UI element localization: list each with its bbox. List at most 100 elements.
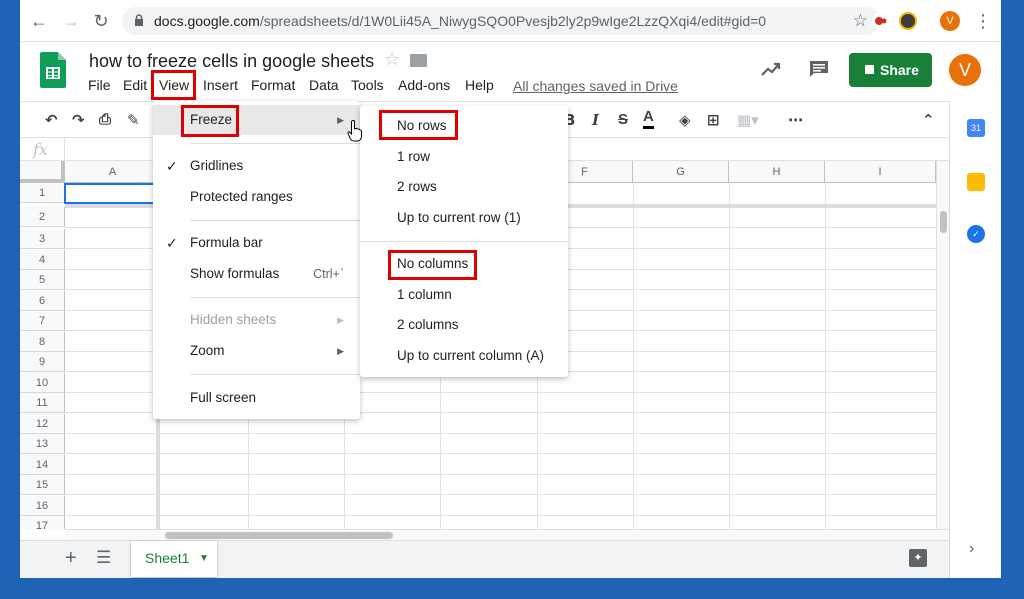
menu-item-zoom[interactable]: Zoom ▶ bbox=[153, 336, 360, 366]
row-header[interactable]: 16 bbox=[20, 496, 65, 516]
grid-line bbox=[65, 494, 936, 495]
grid-line bbox=[65, 433, 936, 434]
row-header[interactable]: 14 bbox=[20, 455, 65, 475]
forward-arrow-icon[interactable]: → bbox=[60, 10, 82, 32]
collapse-chevron-icon[interactable]: ⌃ bbox=[922, 111, 935, 129]
menu-tools[interactable]: Tools bbox=[351, 77, 384, 93]
print-icon[interactable]: ⎙ bbox=[99, 111, 111, 128]
menu-separator bbox=[360, 241, 568, 242]
reload-icon[interactable]: ↻ bbox=[90, 10, 112, 32]
save-status-link[interactable]: All changes saved in Drive bbox=[513, 78, 678, 94]
explore-icon[interactable]: ✦ bbox=[909, 549, 927, 567]
freeze-one-column[interactable]: 1 column bbox=[360, 280, 568, 310]
column-header-a[interactable]: A bbox=[65, 161, 161, 183]
vertical-scrollbar[interactable] bbox=[936, 161, 949, 529]
all-sheets-list-icon[interactable]: ☰ bbox=[96, 548, 111, 568]
freeze-two-columns[interactable]: 2 columns bbox=[360, 310, 568, 340]
menu-insert[interactable]: Insert bbox=[203, 77, 238, 93]
menu-item-show-formulas[interactable]: Show formulas Ctrl+` bbox=[153, 259, 360, 289]
submenu-arrow-icon: ▶ bbox=[337, 315, 344, 325]
row-header[interactable]: 17 bbox=[20, 516, 65, 529]
profile-avatar[interactable]: V bbox=[940, 11, 960, 31]
row-header[interactable]: 4 bbox=[20, 250, 65, 270]
sheet-tabs-bar: + ☰ Sheet1 ▼ ✦ bbox=[20, 540, 949, 578]
row-header[interactable]: 3 bbox=[20, 229, 65, 249]
browser-toolbar: ← → ↻ docs.google.com/spreadsheets/d/1W0… bbox=[20, 0, 1001, 42]
add-sheet-icon[interactable]: + bbox=[65, 547, 77, 570]
chevron-down-icon[interactable]: ▼ bbox=[199, 542, 209, 576]
extension-badge-icon[interactable] bbox=[899, 12, 917, 30]
submenu-arrow-icon: ▶ bbox=[337, 346, 344, 356]
menu-addons[interactable]: Add-ons bbox=[398, 77, 450, 93]
grid-line bbox=[825, 183, 826, 529]
keep-icon[interactable] bbox=[967, 173, 985, 191]
column-header-h[interactable]: H bbox=[729, 161, 825, 183]
grid-line bbox=[65, 453, 936, 454]
grid-corner[interactable] bbox=[20, 161, 65, 183]
column-header-g[interactable]: G bbox=[633, 161, 729, 183]
document-title[interactable]: how to freeze cells in google sheets bbox=[89, 51, 374, 72]
menu-item-full-screen[interactable]: Full screen bbox=[153, 383, 360, 413]
menu-item-protected-ranges[interactable]: Protected ranges bbox=[153, 182, 360, 212]
url-text: docs.google.com/spreadsheets/d/1W0Lii45A… bbox=[154, 13, 767, 29]
row-header[interactable]: 1 bbox=[20, 183, 65, 203]
freeze-submenu: No rows 1 row 2 rows Up to current row (… bbox=[360, 106, 568, 377]
star-icon[interactable]: ☆ bbox=[384, 49, 400, 70]
row-header[interactable]: 10 bbox=[20, 373, 65, 393]
sheet-tab-sheet1[interactable]: Sheet1 ▼ bbox=[131, 541, 217, 577]
freeze-one-row[interactable]: 1 row bbox=[360, 142, 568, 172]
folder-icon[interactable] bbox=[410, 54, 427, 67]
row-header[interactable]: 2 bbox=[20, 207, 65, 227]
menu-format[interactable]: Format bbox=[251, 77, 295, 93]
row-header[interactable]: 9 bbox=[20, 352, 65, 372]
horizontal-scrollbar[interactable] bbox=[65, 529, 949, 540]
undo-icon[interactable]: ↶ bbox=[45, 111, 58, 129]
bookmark-star-icon[interactable]: ☆ bbox=[853, 11, 868, 31]
calendar-icon[interactable]: 31 bbox=[967, 119, 985, 137]
extension-icon[interactable] bbox=[872, 12, 890, 30]
scrollbar-thumb[interactable] bbox=[940, 211, 947, 233]
browser-window: ← → ↻ docs.google.com/spreadsheets/d/1W0… bbox=[20, 0, 1001, 578]
comment-icon[interactable] bbox=[809, 60, 829, 78]
row-header[interactable]: 11 bbox=[20, 393, 65, 413]
menu-help[interactable]: Help bbox=[465, 77, 494, 93]
row-header[interactable]: 6 bbox=[20, 291, 65, 311]
menu-edit[interactable]: Edit bbox=[123, 77, 147, 93]
selected-cell-a1[interactable] bbox=[64, 183, 163, 204]
menu-data[interactable]: Data bbox=[309, 77, 339, 93]
no-columns-highlight bbox=[388, 250, 477, 280]
user-avatar[interactable]: V bbox=[949, 54, 981, 86]
paint-format-icon[interactable]: ✎ bbox=[127, 111, 140, 129]
italic-icon[interactable]: I bbox=[592, 111, 599, 129]
column-header-i[interactable]: I bbox=[825, 161, 936, 183]
borders-icon[interactable]: ⊞ bbox=[707, 111, 720, 129]
strikethrough-icon[interactable]: S bbox=[618, 111, 628, 128]
row-header[interactable]: 15 bbox=[20, 475, 65, 495]
fill-color-icon[interactable]: ◈ bbox=[679, 111, 691, 129]
menu-item-gridlines[interactable]: ✓ Gridlines bbox=[153, 151, 360, 181]
row-header[interactable]: 7 bbox=[20, 311, 65, 331]
tasks-icon[interactable]: ✓ bbox=[967, 225, 985, 243]
more-options-icon[interactable]: ⋯ bbox=[788, 111, 803, 129]
row-header[interactable]: 12 bbox=[20, 414, 65, 434]
scrollbar-thumb[interactable] bbox=[165, 532, 393, 539]
text-color-icon[interactable]: A bbox=[643, 108, 654, 129]
row-header[interactable]: 8 bbox=[20, 332, 65, 352]
freeze-two-rows[interactable]: 2 rows bbox=[360, 172, 568, 202]
address-bar[interactable]: docs.google.com/spreadsheets/d/1W0Lii45A… bbox=[122, 7, 880, 35]
redo-icon[interactable]: ↷ bbox=[72, 111, 85, 129]
share-button[interactable]: Share bbox=[849, 53, 932, 87]
browser-menu-icon[interactable]: ⋮ bbox=[974, 10, 992, 32]
merge-cells-icon[interactable]: ▦▾ bbox=[737, 111, 759, 129]
row-header[interactable]: 13 bbox=[20, 434, 65, 454]
activity-trend-icon[interactable] bbox=[761, 61, 781, 77]
menu-file[interactable]: File bbox=[88, 77, 111, 93]
row-header[interactable]: 5 bbox=[20, 270, 65, 290]
back-arrow-icon[interactable]: ← bbox=[28, 10, 50, 32]
freeze-up-to-current-column[interactable]: Up to current column (A) bbox=[360, 341, 568, 371]
freeze-up-to-current-row[interactable]: Up to current row (1) bbox=[360, 203, 568, 233]
chevron-right-icon[interactable]: › bbox=[969, 540, 974, 558]
no-rows-highlight bbox=[379, 110, 458, 140]
sheets-logo-icon[interactable] bbox=[40, 52, 66, 88]
menu-item-formula-bar[interactable]: ✓ Formula bar bbox=[153, 228, 360, 258]
